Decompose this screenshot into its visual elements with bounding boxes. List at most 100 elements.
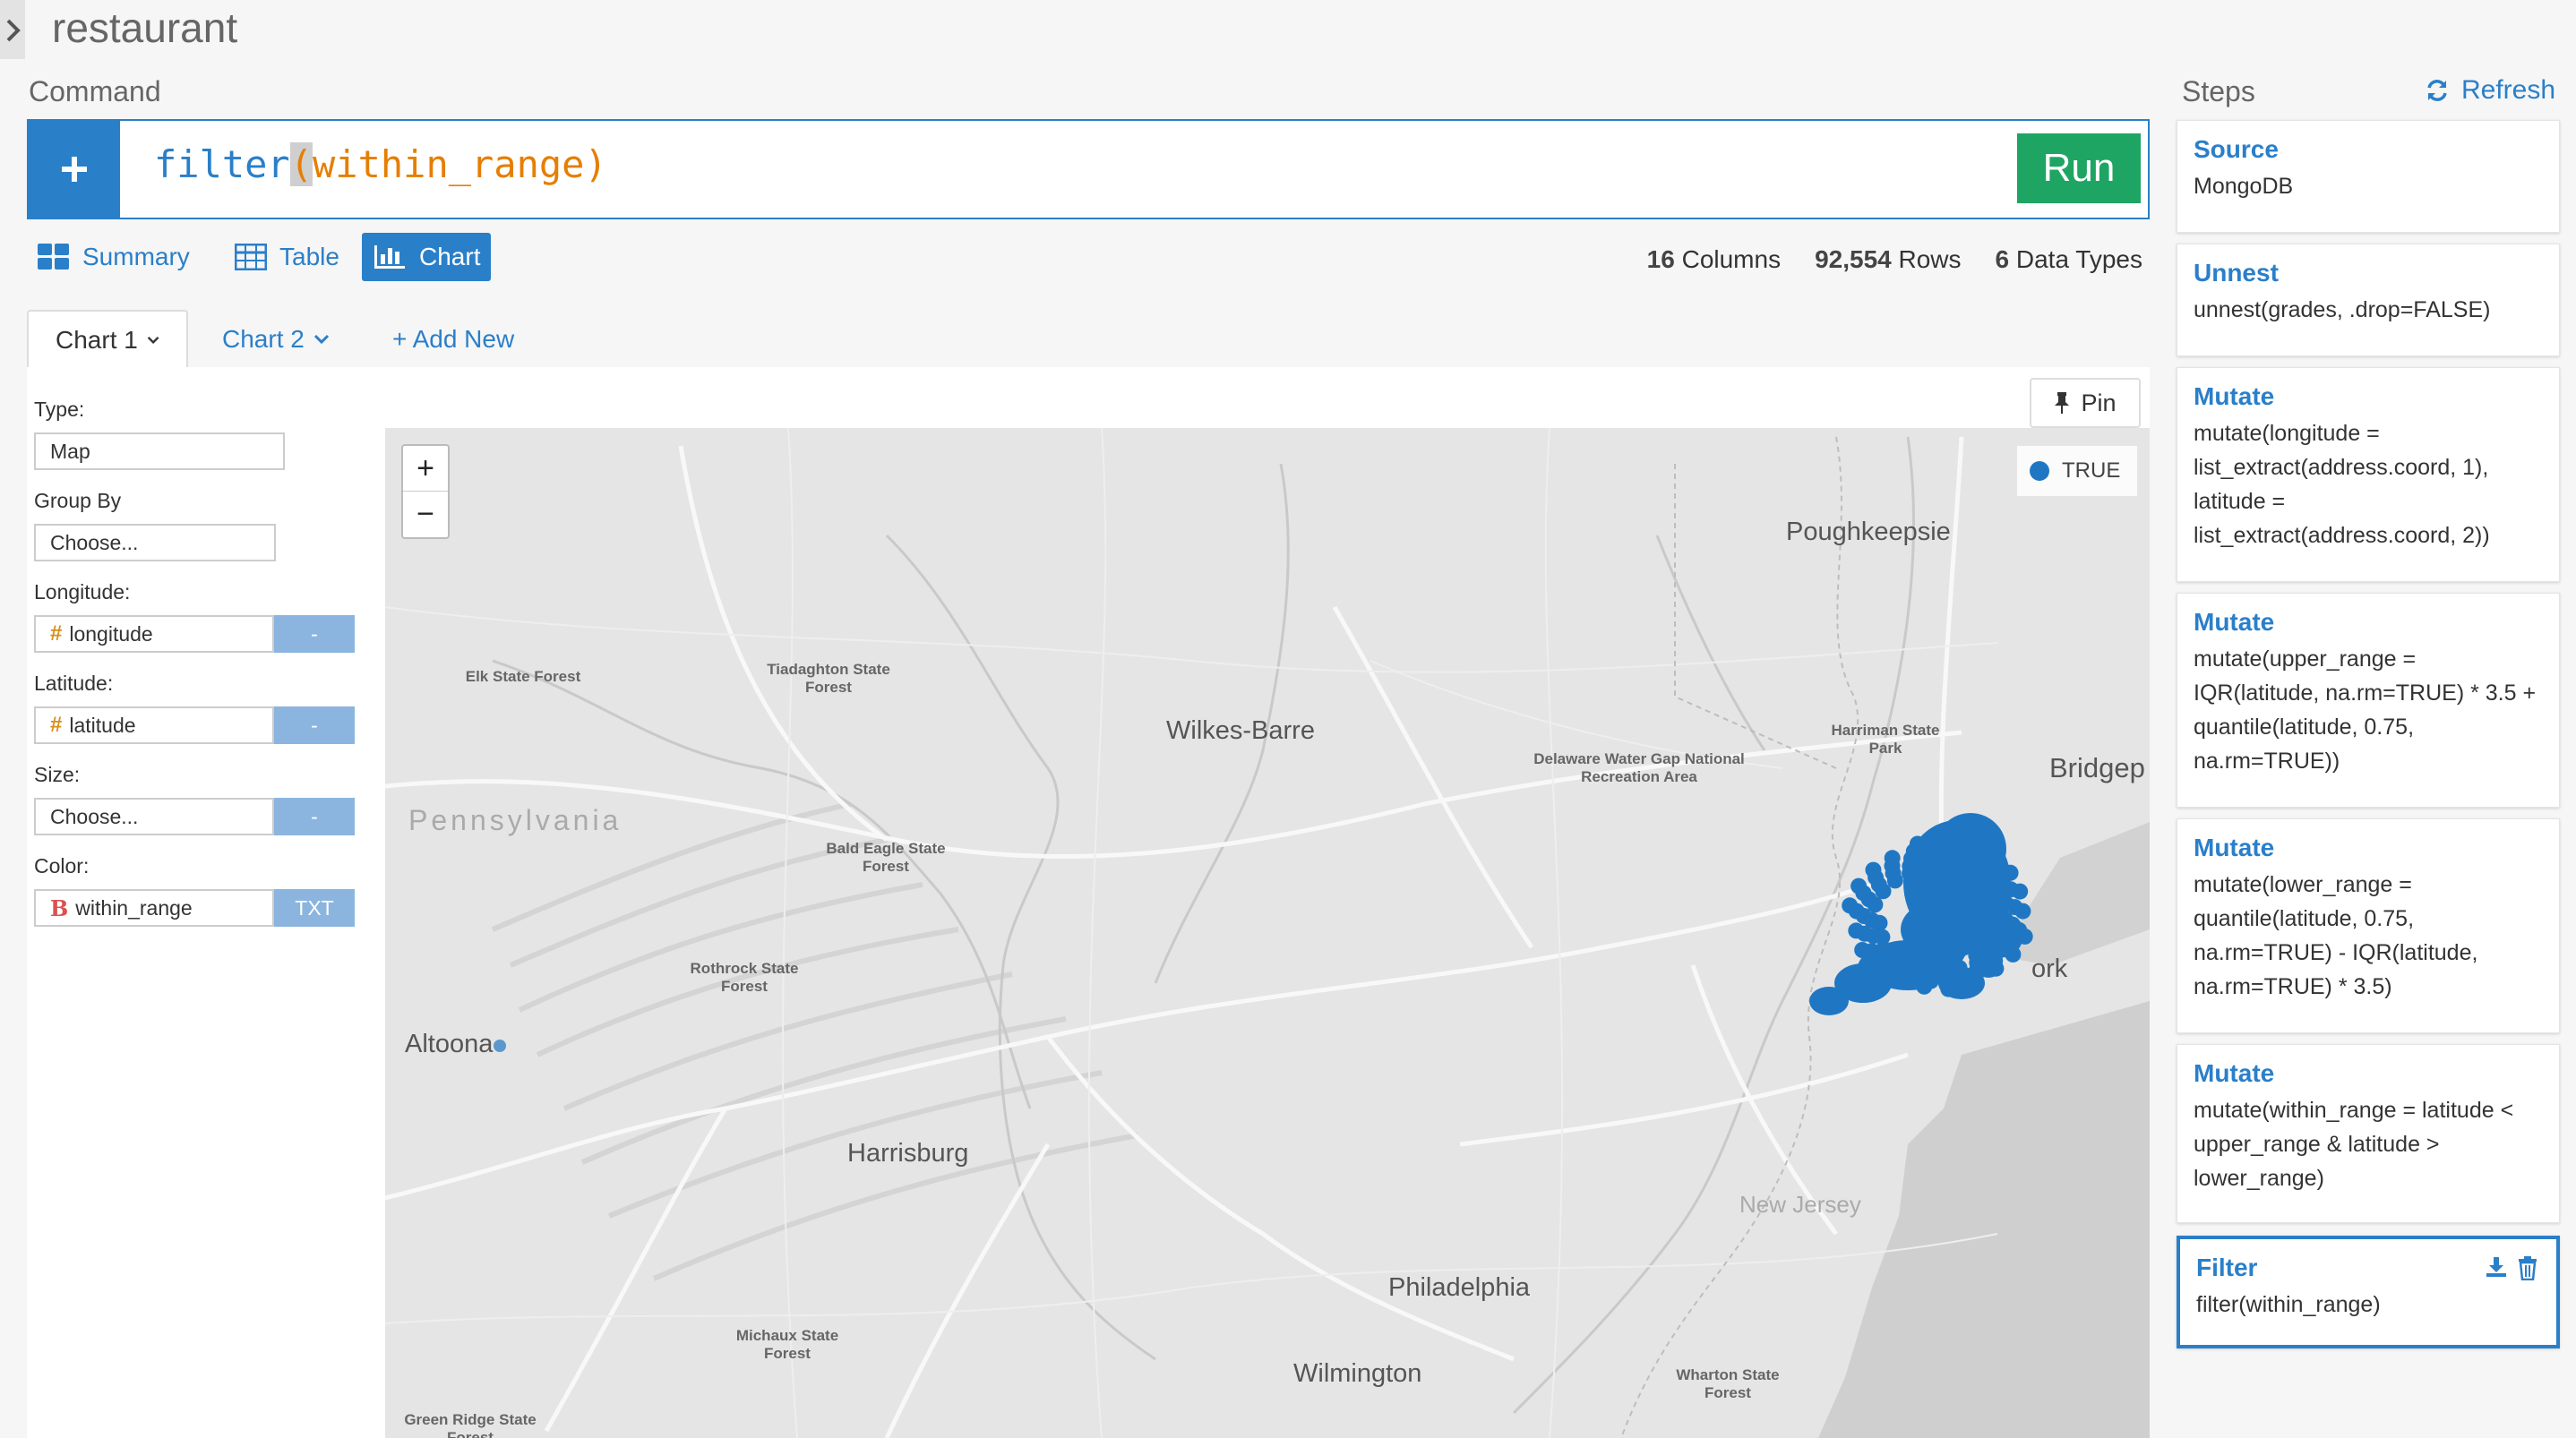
legend-label: TRUE [2062,458,2121,483]
city-new-york: ork [2031,954,2068,983]
code-function: filter [154,142,290,186]
map-canvas[interactable]: Pennsylvania New Jersey Poughkeepsie Wil… [385,428,2150,1438]
longitude-option-button[interactable]: - [274,615,355,653]
step-title: Mutate [2194,834,2275,861]
park-bald-eagle: Bald Eagle State Forest [826,840,946,875]
table-view-button[interactable]: Table [224,233,350,281]
type-select[interactable]: Map [34,432,285,470]
summary-view-button[interactable]: Summary [27,233,201,281]
chart-panel: Type: Map Group By Choose... Longitude: … [27,367,2150,1438]
step-source[interactable]: Source MongoDB [2177,120,2560,233]
park-green-ridge: Green Ridge State Forest [404,1411,537,1438]
step-body: mutate(within_range = latitude < upper_r… [2194,1098,2514,1191]
latitude-value: latitude [69,713,136,737]
map-point [1867,959,1884,976]
types-label: Data Types [2015,245,2142,273]
size-field[interactable]: Choose... [34,798,274,835]
step-actions [2476,1255,2538,1280]
step-body: mutate(lower_range = quantile(latitude, … [2194,872,2478,999]
step-mutate-4[interactable]: Mutate mutate(within_range = latitude < … [2177,1044,2560,1223]
longitude-field[interactable]: # longitude [34,615,274,653]
numeric-type-icon: # [50,621,63,646]
latitude-option-button[interactable]: - [274,706,355,744]
tab-chart-1[interactable]: Chart 1 [27,310,188,369]
color-label: Color: [34,854,90,877]
color-field[interactable]: Bwithin_range [34,889,274,927]
bar-chart-icon [374,245,405,269]
trash-icon[interactable] [2517,1255,2538,1280]
project-title: restaurant [52,4,238,51]
config-group-by: Group By Choose... [34,489,356,561]
code-close-paren: ) [584,142,607,186]
map-point [1854,942,1871,958]
latitude-label: Latitude: [34,672,114,695]
columns-count: 16 [1646,245,1675,273]
boolean-type-icon: B [50,894,69,921]
code-argument: within_range [313,142,585,186]
map-point [1957,840,1974,857]
download-icon[interactable] [2485,1255,2508,1279]
park-tiadaghton: Tiadaghton State Forest [767,661,890,696]
longitude-label: Longitude: [34,580,131,603]
add-command-button[interactable] [29,121,120,218]
map-point [2016,928,2033,945]
map-point [2012,883,2029,900]
state-label-pennsylvania: Pennsylvania [408,804,623,836]
refresh-button[interactable]: Refresh [2426,75,2555,106]
step-title: Mutate [2194,608,2275,636]
tab-chart-1-label: Chart 1 [56,326,138,354]
config-color: Color: Bwithin_range TXT [34,854,356,929]
size-option-button[interactable]: - [274,798,355,835]
sidebar-expand-button[interactable] [0,0,25,59]
summary-view-label: Summary [82,243,190,270]
color-option-button[interactable]: TXT [274,889,355,927]
pin-button[interactable]: Pin [2030,378,2141,428]
park-michaux: Michaux State Forest [735,1327,839,1362]
pin-icon [2055,392,2070,414]
step-filter[interactable]: Filter filter(within_range) [2177,1236,2560,1348]
step-body: unnest(grades, .drop=FALSE) [2194,297,2491,322]
command-code[interactable]: filter(within_range) [154,142,607,186]
city-wilkes-barre: Wilkes-Barre [1166,716,1315,745]
city-wilmington: Wilmington [1293,1359,1422,1388]
longitude-value: longitude [69,621,153,646]
latitude-field[interactable]: # latitude [34,706,274,744]
add-new-chart-button[interactable]: + Add New [365,310,541,369]
map-point [2005,946,2022,963]
map-point-cluster [1809,987,1849,1015]
map-legend: TRUE [2017,446,2137,496]
map-point [1988,960,2005,977]
step-mutate-3[interactable]: Mutate mutate(lower_range = quantile(lat… [2177,818,2560,1033]
step-body: MongoDB [2194,174,2294,199]
zoom-out-button[interactable]: − [403,492,448,537]
chart-view-button[interactable]: Chart [362,233,492,281]
chevron-right-icon [6,19,21,42]
park-wharton: Wharton State Forest [1676,1366,1780,1401]
group-by-select[interactable]: Choose... [34,524,276,561]
types-count: 6 [1995,245,2010,273]
rows-label: Rows [1898,245,1962,273]
run-button[interactable]: Run [2017,133,2141,203]
city-philadelphia: Philadelphia [1388,1273,1531,1302]
step-unnest[interactable]: Unnest unnest(grades, .drop=FALSE) [2177,244,2560,356]
city-bridgeport: Bridgep [2049,752,2145,783]
map-point [1842,897,1859,914]
columns-label: Columns [1681,245,1782,273]
step-mutate-1[interactable]: Mutate mutate(longitude = list_extract(a… [2177,367,2560,582]
map-point [1916,978,1933,995]
map-point [1884,850,1901,867]
state-label-new-jersey: New Jersey [1739,1191,1861,1218]
config-longitude: Longitude: # longitude - [34,580,356,655]
numeric-type-icon: # [50,713,63,737]
config-latitude: Latitude: # latitude - [34,672,356,746]
park-rothrock: Rothrock State Forest [690,960,799,995]
step-mutate-2[interactable]: Mutate mutate(upper_range = IQR(latitude… [2177,593,2560,808]
tab-chart-2-label: Chart 2 [222,325,305,353]
tab-chart-2[interactable]: Chart 2 [195,310,356,369]
map-point [1848,922,1865,939]
city-poughkeepsie: Poughkeepsie [1786,518,1951,546]
type-label: Type: [34,398,85,421]
zoom-in-button[interactable]: + [403,446,448,492]
command-editor[interactable]: filter(within_range) Run [27,119,2150,219]
table-view-label: Table [279,243,339,270]
